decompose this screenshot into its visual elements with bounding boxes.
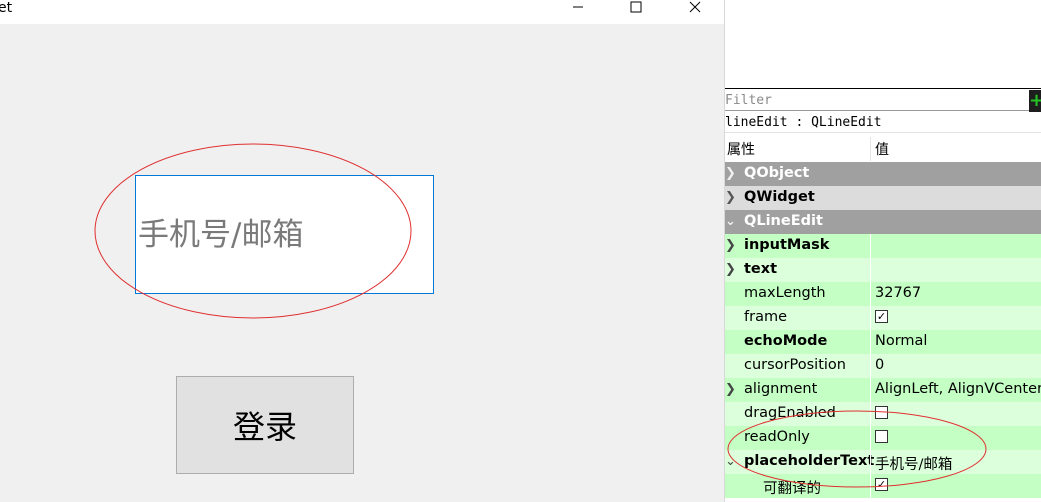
frame-checkbox[interactable]: ✓ (875, 310, 888, 323)
group-label: QWidget (744, 189, 815, 205)
prop-value[interactable]: 手机号/邮箱 (875, 453, 952, 474)
prop-row-placeholdertext[interactable]: ⌄ placeholderText 手机号/邮箱 (725, 450, 1041, 474)
prop-row-translatable[interactable]: 可翻译的 ✓ (725, 474, 1041, 498)
header-value: 值 (875, 142, 889, 158)
column-divider (870, 330, 871, 354)
prop-row-readonly[interactable]: readOnly (725, 426, 1041, 450)
column-divider (870, 450, 871, 474)
group-qwidget[interactable]: ❯ QWidget (725, 186, 1041, 210)
prop-row-alignment[interactable]: ❯ alignment AlignLeft, AlignVCenter (725, 378, 1041, 402)
chevron-right-icon[interactable]: ❯ (725, 382, 736, 398)
window-title: et (0, 0, 13, 16)
group-label: QLineEdit (744, 213, 823, 229)
prop-row-frame[interactable]: frame ✓ (725, 306, 1041, 330)
chevron-right-icon[interactable]: ❯ (725, 190, 736, 206)
group-qlineedit[interactable]: ⌄ QLineEdit (725, 210, 1041, 234)
maximize-button[interactable] (625, 0, 647, 14)
column-divider (870, 234, 871, 258)
column-divider (870, 474, 871, 498)
prop-name: readOnly (744, 429, 810, 445)
translatable-checkbox[interactable]: ✓ (875, 478, 888, 491)
header-property: 属性 (727, 142, 755, 158)
column-divider (870, 306, 871, 330)
prop-value[interactable]: 32767 (875, 285, 921, 301)
prop-name: dragEnabled (744, 405, 836, 421)
account-line-edit[interactable] (135, 175, 434, 294)
prop-name: echoMode (744, 333, 828, 349)
prop-name: 可翻译的 (763, 481, 821, 497)
dragenabled-checkbox[interactable] (875, 406, 888, 419)
account-input[interactable] (136, 176, 433, 293)
chevron-down-icon[interactable]: ⌄ (725, 214, 736, 230)
minimize-button[interactable] (567, 0, 589, 14)
object-class-label: lineEdit : QLineEdit (725, 114, 1041, 133)
close-button[interactable] (684, 0, 706, 14)
prop-row-maxlength[interactable]: maxLength 32767 (725, 282, 1041, 306)
chevron-right-icon[interactable]: ❯ (725, 166, 736, 182)
group-qobject[interactable]: ❯ QObject (725, 162, 1041, 186)
prop-name: cursorPosition (744, 357, 846, 373)
header-divider (870, 137, 871, 161)
prop-row-dragenabled[interactable]: dragEnabled (725, 402, 1041, 426)
prop-row-echomode[interactable]: echoMode Normal (725, 330, 1041, 354)
prop-name: inputMask (744, 237, 830, 253)
prop-value[interactable]: AlignLeft, AlignVCenter (875, 381, 1041, 397)
chevron-right-icon[interactable]: ❯ (725, 238, 736, 254)
prop-name: frame (744, 309, 787, 325)
filter-input[interactable] (725, 91, 1029, 111)
prop-row-text[interactable]: ❯ text (725, 258, 1041, 282)
prop-name: maxLength (744, 285, 826, 301)
column-divider (870, 426, 871, 450)
add-property-button[interactable]: + (1029, 90, 1041, 112)
readonly-checkbox[interactable] (875, 430, 888, 443)
close-icon (689, 1, 701, 13)
prop-name: placeholderText (744, 453, 875, 469)
widget-window: et 登录 (0, 0, 724, 502)
prop-value[interactable]: 0 (875, 357, 884, 373)
panel-separator (725, 88, 1041, 89)
column-divider (870, 258, 871, 282)
login-button[interactable]: 登录 (176, 376, 354, 474)
column-divider (870, 378, 871, 402)
property-header: 属性 值 (725, 137, 1041, 161)
property-editor: + lineEdit : QLineEdit 属性 值 ❯ QObject ❯ … (724, 0, 1041, 502)
prop-name: text (744, 261, 778, 277)
column-divider (870, 282, 871, 306)
prop-row-inputmask[interactable]: ❯ inputMask (725, 234, 1041, 258)
column-divider (870, 354, 871, 378)
column-divider (870, 402, 871, 426)
prop-value[interactable]: Normal (875, 333, 927, 349)
prop-row-cursorposition[interactable]: cursorPosition 0 (725, 354, 1041, 378)
group-label: QObject (744, 165, 810, 181)
minimize-icon (573, 6, 583, 8)
plus-icon: + (1029, 90, 1041, 111)
title-bar: et (0, 0, 724, 24)
property-tree: ❯ QObject ❯ QWidget ⌄ QLineEdit ❯ inputM… (725, 162, 1041, 498)
maximize-icon (630, 1, 642, 13)
panel-blank-area (725, 0, 1041, 90)
prop-name: alignment (744, 381, 818, 397)
chevron-down-icon[interactable]: ⌄ (725, 454, 736, 470)
chevron-right-icon[interactable]: ❯ (725, 262, 736, 278)
